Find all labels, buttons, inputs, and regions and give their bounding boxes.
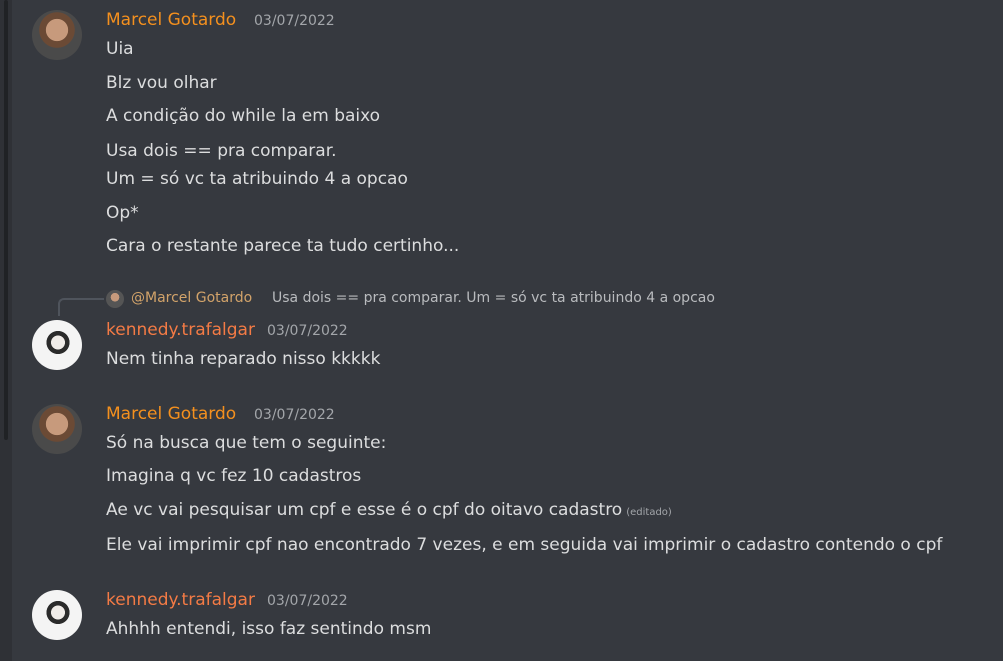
message-line: Só na busca que tem o seguinte: <box>106 433 387 453</box>
timestamp: 03/07/2022 <box>254 13 335 29</box>
message-line: Usa dois == pra comparar. <box>106 141 337 161</box>
author-name[interactable]: kennedy.trafalgar <box>106 590 255 610</box>
scrollbar-thumb[interactable] <box>4 0 8 440</box>
message-text: Ae vc vai pesquisar um cpf e esse é o cp… <box>106 500 623 520</box>
message-line: Blz vou olhar <box>106 73 217 93</box>
reply-preview[interactable]: Usa dois == pra comparar. Um = só vc ta … <box>272 290 715 306</box>
edited-label: (editado) <box>626 507 672 518</box>
message-line: Ahhhh entendi, isso faz sentindo msm <box>106 619 432 639</box>
timestamp: 03/07/2022 <box>254 407 335 423</box>
message-line: Nem tinha reparado nisso kkkkk <box>106 349 381 369</box>
message-line: Imagina q vc fez 10 cadastros <box>106 466 362 486</box>
message-line: Uia <box>106 39 134 59</box>
avatar-kennedy[interactable] <box>32 590 82 640</box>
timestamp: 03/07/2022 <box>267 323 348 339</box>
message-line: Ae vc vai pesquisar um cpf e esse é o cp… <box>106 500 672 520</box>
message-line: Op* <box>106 203 139 223</box>
reply-mention[interactable]: @Marcel Gotardo <box>131 290 252 306</box>
message-line: A condição do while la em baixo <box>106 106 381 126</box>
avatar-marcel[interactable] <box>32 404 82 454</box>
message-line: Um = só vc ta atribuindo 4 a opcao <box>106 169 408 189</box>
reply-avatar <box>106 290 124 308</box>
message-line: Ele vai imprimir cpf nao encontrado 7 ve… <box>106 535 943 555</box>
author-name[interactable]: Marcel Gotardo <box>106 10 236 30</box>
timestamp: 03/07/2022 <box>267 593 348 609</box>
author-name[interactable]: Marcel Gotardo <box>106 404 236 424</box>
scroll-gutter[interactable] <box>0 0 12 661</box>
avatar-marcel[interactable] <box>32 10 82 60</box>
reply-connector <box>58 298 104 316</box>
message-line: Cara o restante parece ta tudo certinho.… <box>106 236 460 256</box>
author-name[interactable]: kennedy.trafalgar <box>106 320 255 340</box>
avatar-kennedy[interactable] <box>32 320 82 370</box>
